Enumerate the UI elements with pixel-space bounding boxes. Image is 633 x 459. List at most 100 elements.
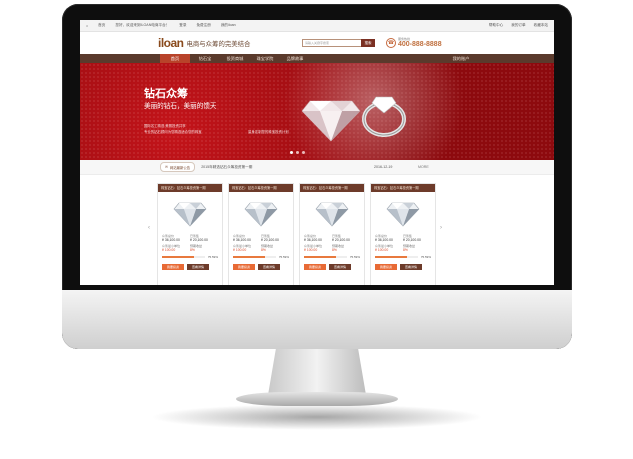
login-link[interactable]: 登录 [179,23,186,28]
detail-button[interactable]: 查看详情 [329,264,351,270]
invest-button[interactable]: 我要投资 [162,264,184,270]
announcement-text[interactable]: 2015年精选钻石众筹投资第一期 [201,165,252,170]
slide-indicators [290,151,305,154]
product-list: ‹ › 珠宝钻石：钻石众筹投资第一期 众筹总价 ¥ 36,100.00 已筹集 ¥ … [80,175,554,285]
site-logo[interactable]: iloan [158,36,184,50]
nav-item-academy[interactable]: 珠宝学院 [250,54,280,63]
banner-line-1: 国际名工精选 美丽投资共享 [144,124,186,128]
nav-item-diamond[interactable]: 钻石宝 [190,54,220,63]
diamond-icon [301,100,361,142]
unit-value: ¥ 100.00 [375,248,389,252]
profit-value: 8% [332,248,337,252]
unit-value: ¥ 100.00 [162,248,176,252]
progress-percent: 75.59% [420,255,431,259]
card-actions: 我要投资 查看详情 [229,264,293,270]
monitor-base [236,392,398,406]
search-input[interactable]: 请输入关键字搜索 [302,39,364,47]
progress-fill [304,256,337,258]
chevron-right-icon[interactable]: › [440,225,442,231]
my-orders-link[interactable]: 我的订单 [511,23,525,28]
progress-percent: 75.59% [278,255,289,259]
announcement-more-link[interactable]: MORE [418,165,429,169]
monitor-stand [268,349,366,395]
profit-value: 8% [261,248,266,252]
progress-fill [233,256,266,258]
funding-progress: 75.59% [229,255,293,259]
invest-button[interactable]: 我要投资 [304,264,326,270]
price-value: ¥ 36,100.00 [304,238,322,242]
chevron-left-icon[interactable]: ‹ [148,225,150,231]
detail-button[interactable]: 查看详情 [258,264,280,270]
product-card[interactable]: 珠宝钻石：钻石众筹投资第一期 众筹总价 ¥ 36,100.00 已筹集 ¥ 20,1… [370,183,436,285]
product-title[interactable]: 珠宝钻石：钻石众筹投资第一期 [229,184,293,192]
search-button[interactable]: 搜索 [361,39,375,47]
site-slogan: 电商与众筹的完美结合 [186,40,251,48]
slide-dot-2[interactable] [296,151,299,154]
detail-button[interactable]: 查看详情 [187,264,209,270]
monitor-chin [62,290,572,349]
announcement-date: 2016-12-19 [374,165,393,169]
diamond-icon [244,202,278,227]
ring-icon [362,96,406,137]
price-value: ¥ 36,100.00 [375,238,393,242]
unit-value: ¥ 100.00 [304,248,318,252]
progress-fill [162,256,195,258]
product-title[interactable]: 珠宝钻石：钻石众筹投资第一期 [300,184,364,192]
invest-button[interactable]: 我要投资 [233,264,255,270]
bookmark-link[interactable]: 收藏本站 [534,23,548,28]
topbar-right: 帮助中心 我的订单 收藏本站 [489,23,548,28]
nav-item-account[interactable]: 我的账户 [446,54,476,63]
unit-value: ¥ 100.00 [233,248,247,252]
product-title[interactable]: 珠宝钻石：钻石众筹投资第一期 [371,184,435,192]
product-image[interactable] [158,192,222,232]
my-iloan-link[interactable]: 我的iloan [221,23,236,28]
detail-button[interactable]: 查看详情 [400,264,422,270]
profit-value: 8% [403,248,408,252]
invest-button[interactable]: 我要投资 [375,264,397,270]
nav-item-brand[interactable]: 品牌故事 [280,54,310,63]
topbar-link-home[interactable]: 首页 [98,23,105,28]
price-row: 众筹总价 ¥ 36,100.00 已筹集 ¥ 20,100.00 [229,234,293,242]
product-card[interactable]: 珠宝钻石：钻石众筹投资第一期 众筹总价 ¥ 36,100.00 已筹集 ¥ 20,1… [228,183,294,285]
slide-dot-1[interactable] [290,151,293,154]
banner-title: 钻石众筹 [144,87,188,100]
card-actions: 我要投资 查看详情 [371,264,435,270]
megaphone-icon: ✉ [165,165,168,169]
slide-dot-3[interactable] [302,151,305,154]
nav-item-home[interactable]: 首页 [160,54,190,63]
unit-row: 众筹最小单位 ¥ 100.00 预期收益 8% [229,244,293,252]
product-image[interactable] [229,192,293,232]
banner-subtitle: 美丽的钻石，美丽的馈天 [144,102,217,110]
progress-bar [375,256,418,258]
product-image[interactable] [371,192,435,232]
product-card[interactable]: 珠宝钻石：钻石众筹投资第一期 众筹总价 ¥ 36,100.00 已筹集 ¥ 20,1… [157,183,223,285]
banner-line-2: 专业的钻石顾问为您精选适合您的珠宝 [144,130,202,134]
hero-banner[interactable]: 钻石众筹 美丽的钻石，美丽的馈天 国际名工精选 美丽投资共享 专业的钻石顾问为您… [80,63,554,160]
register-link[interactable]: 免费注册 [196,23,210,28]
diamond-icon [386,202,420,227]
card-actions: 我要投资 查看详情 [158,264,222,270]
product-card[interactable]: 珠宝钻石：钻石众筹投资第一期 众筹总价 ¥ 36,100.00 已筹集 ¥ 20,1… [299,183,365,285]
welcome-text: 您好，欢迎来到ILOAN电商平台！ [115,23,170,27]
main-nav: 首页 钻石宝 投资商城 珠宝学院 品牌故事 我的账户 [80,54,554,63]
help-center-link[interactable]: 帮助中心 [489,23,503,28]
announcement-tag: ✉ 网站最新公告 [160,162,196,172]
site-header: iloan 电商与众筹的完美结合 请输入关键字搜索 搜索 ☎ 服务热线 400-… [80,32,554,54]
funding-progress: 75.59% [371,255,435,259]
raised-value: ¥ 20,100.00 [261,238,279,242]
progress-percent: 75.59% [349,255,360,259]
progress-percent: 75.59% [207,255,218,259]
announcement-tag-label: 网站最新公告 [169,165,191,170]
home-icon[interactable]: ⌂ [86,24,88,28]
progress-bar [162,256,205,258]
product-title[interactable]: 珠宝钻石：钻石众筹投资第一期 [158,184,222,192]
price-row: 众筹总价 ¥ 36,100.00 已筹集 ¥ 20,100.00 [371,234,435,242]
product-image[interactable] [300,192,364,232]
banner-line-3: 量身定制您的珠宝投资计划 [248,130,289,134]
diamond-icon [315,202,349,227]
funding-progress: 75.59% [158,255,222,259]
nav-item-mall[interactable]: 投资商城 [220,54,250,63]
raised-value: ¥ 20,100.00 [332,238,350,242]
top-utility-bar: ⌂ 首页 您好，欢迎来到ILOAN电商平台！ 登录 免费注册 我的iloan 帮… [80,20,554,32]
website-screen: ⌂ 首页 您好，欢迎来到ILOAN电商平台！ 登录 免费注册 我的iloan 帮… [80,20,554,285]
